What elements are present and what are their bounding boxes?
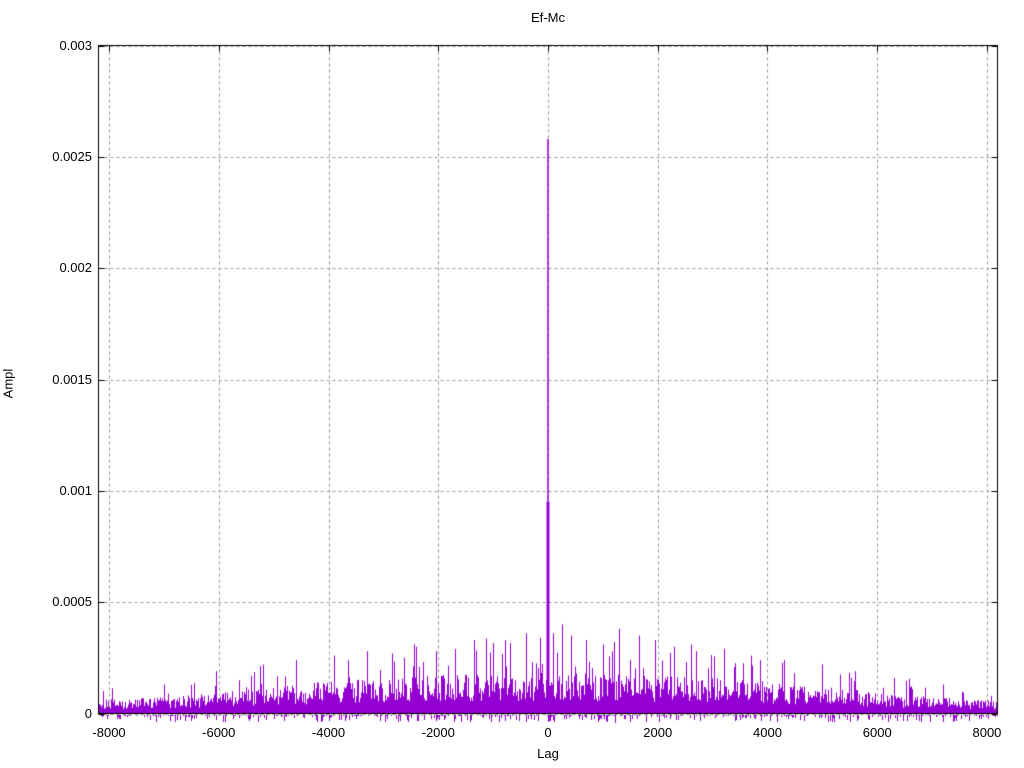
x-tick-label: 4000 bbox=[753, 725, 782, 740]
y-tick-label: 0.002 bbox=[59, 260, 92, 276]
y-tick-label: 0.001 bbox=[59, 482, 92, 498]
x-axis-label: Lag bbox=[537, 746, 559, 761]
x-tick-label: 8000 bbox=[972, 725, 1002, 740]
y-tick-label: 0.0025 bbox=[52, 148, 92, 164]
x-tick-label: -8000 bbox=[92, 725, 126, 740]
x-tick-label: 0 bbox=[544, 725, 552, 740]
chart-title: Ef-Mc bbox=[531, 10, 565, 25]
x-tick-label: -4000 bbox=[311, 725, 346, 740]
x-tick-label: 2000 bbox=[643, 725, 673, 740]
gnuplot-figure: Ef-Mc Ampl Lag 0 0.0005 0.001 0.0015 0.002 0.… bbox=[0, 0, 1024, 768]
y-tick-label: 0.0015 bbox=[52, 371, 92, 387]
y-axis-label: Ampl bbox=[0, 368, 16, 399]
x-tick-label: 6000 bbox=[862, 725, 892, 740]
y-tick-label: 0 bbox=[84, 705, 92, 721]
y-tick-label: 0.003 bbox=[59, 37, 92, 53]
x-tick-label: -2000 bbox=[421, 725, 455, 740]
correlation-plot-canvas bbox=[0, 0, 1024, 768]
x-tick-label: -6000 bbox=[202, 725, 236, 740]
y-tick-label: 0.0005 bbox=[52, 594, 92, 610]
